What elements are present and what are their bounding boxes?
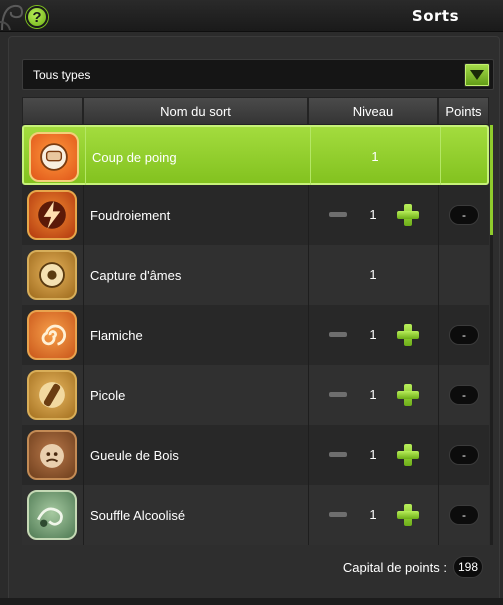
soul-capture-icon <box>27 250 77 300</box>
spell-points-badge: - <box>449 205 479 225</box>
spiral-flame-icon <box>27 310 77 360</box>
triangle-down-icon <box>470 70 484 80</box>
title-bar: ? Sorts <box>0 0 503 32</box>
spell-points-cell <box>438 245 489 305</box>
spell-name: Foudroiement <box>83 185 307 245</box>
spell-points-badge: - <box>449 385 479 405</box>
spell-points-cell: - <box>438 185 489 245</box>
spell-points-badge: - <box>449 325 479 345</box>
header-name[interactable]: Nom du sort <box>83 97 308 125</box>
level-increase-button[interactable] <box>397 204 419 226</box>
spell-row[interactable]: Picole 1- <box>22 365 489 425</box>
spell-list: Coup de poing 1 Foudroiement 1- Capture d'âm… <box>22 125 492 545</box>
help-button[interactable]: ? <box>26 6 48 28</box>
table-header: Nom du sort Niveau Points <box>22 97 489 125</box>
spell-icon-cell[interactable] <box>22 365 82 425</box>
spell-points-cell: - <box>438 425 489 485</box>
capital-value: 198 <box>452 556 483 578</box>
spell-icon-cell[interactable] <box>22 305 82 365</box>
spell-row[interactable]: Flamiche 1- <box>22 305 489 365</box>
spell-icon-cell[interactable] <box>22 245 82 305</box>
lightning-icon <box>27 190 77 240</box>
spell-level-cell: 1 <box>310 127 439 187</box>
spell-level-cell: 1 <box>308 365 437 425</box>
spell-level-value: 1 <box>369 267 377 282</box>
spell-icon-cell[interactable] <box>22 485 82 545</box>
spell-name: Flamiche <box>83 305 307 365</box>
corner-ornament-icon <box>0 4 24 31</box>
spell-level-cell: 1 <box>308 245 437 305</box>
level-increase-button[interactable] <box>397 504 419 526</box>
capital-label: Capital de points : <box>342 559 447 575</box>
spell-level-cell: 1 <box>308 185 437 245</box>
spell-type-filter-value: Tous types <box>33 68 91 82</box>
spell-row[interactable]: Gueule de Bois 1- <box>22 425 489 485</box>
spell-level-cell: 1 <box>308 485 437 545</box>
spell-row[interactable]: Coup de poing 1 <box>22 125 491 187</box>
header-icon-column <box>22 97 83 125</box>
hangover-face-icon <box>27 430 77 480</box>
spell-name: Gueule de Bois <box>83 425 307 485</box>
header-level[interactable]: Niveau <box>308 97 438 125</box>
window-title: Sorts <box>411 7 459 25</box>
spell-points-badge: - <box>449 505 479 525</box>
breath-icon <box>27 490 77 540</box>
scrollbar-thumb[interactable] <box>490 125 493 235</box>
spell-level-cell: 1 <box>308 425 437 485</box>
level-increase-button[interactable] <box>397 324 419 346</box>
spell-points-cell: - <box>438 485 489 545</box>
spell-row[interactable]: Souffle Alcoolisé 1- <box>22 485 489 545</box>
spell-icon-cell[interactable] <box>24 127 84 187</box>
spell-points-badge: - <box>449 445 479 465</box>
filter-dropdown-button[interactable] <box>464 63 490 87</box>
spell-level-value: 1 <box>371 149 379 164</box>
spell-row[interactable]: Capture d'âmes 1 <box>22 245 489 305</box>
header-points[interactable]: Points <box>438 97 489 125</box>
spell-icon-cell[interactable] <box>22 425 82 485</box>
spell-name: Picole <box>83 365 307 425</box>
spell-name: Capture d'âmes <box>83 245 307 305</box>
bottom-border <box>0 598 503 605</box>
bottle-icon <box>27 370 77 420</box>
spell-icon-cell[interactable] <box>22 185 82 245</box>
fist-icon <box>29 132 79 182</box>
level-increase-button[interactable] <box>397 444 419 466</box>
spell-row[interactable]: Foudroiement 1- <box>22 185 489 245</box>
spell-name: Coup de poing <box>85 127 309 187</box>
level-increase-button[interactable] <box>397 384 419 406</box>
points-capital: Capital de points : 198 <box>343 555 483 579</box>
spell-level-cell: 1 <box>308 305 437 365</box>
spell-name: Souffle Alcoolisé <box>83 485 307 545</box>
spell-points-cell <box>440 127 491 187</box>
spell-points-cell: - <box>438 365 489 425</box>
spell-points-cell: - <box>438 305 489 365</box>
spell-type-filter[interactable]: Tous types <box>22 59 494 90</box>
